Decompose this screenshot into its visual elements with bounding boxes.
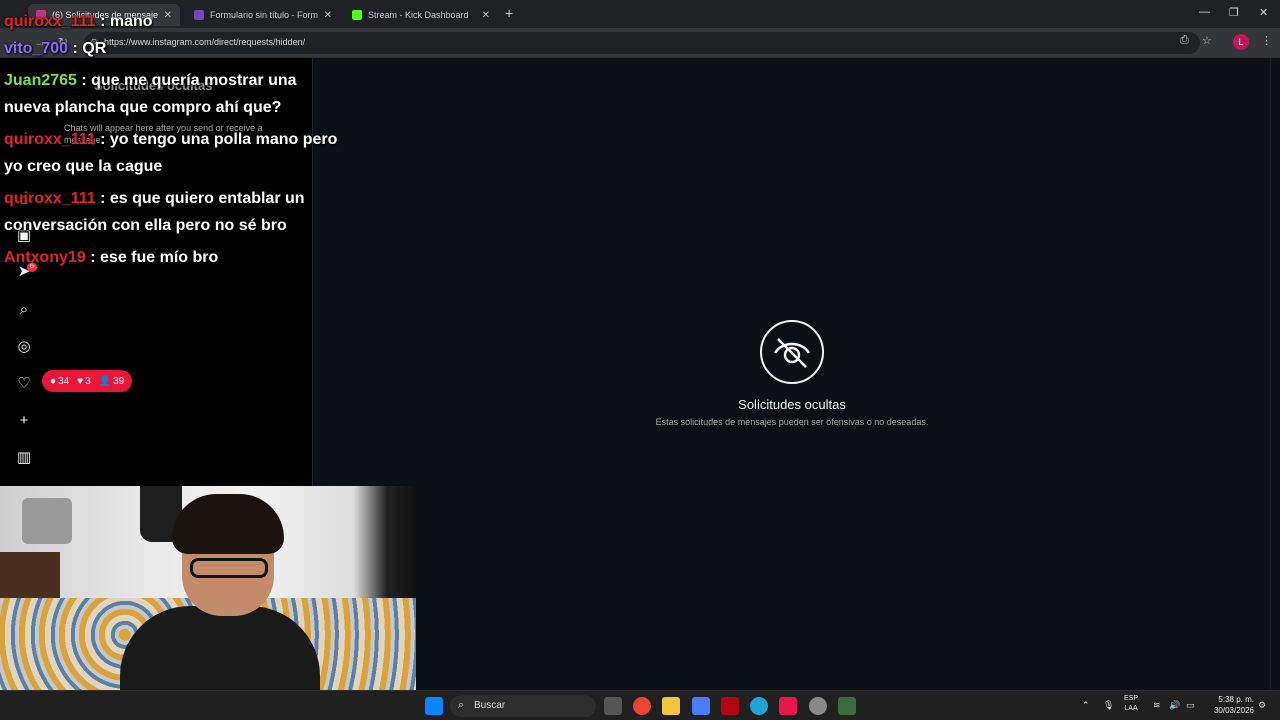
bookmark-star-icon[interactable]: ☆ <box>1202 34 1212 47</box>
glasses <box>190 558 268 578</box>
new-tab-button[interactable]: + <box>505 5 513 21</box>
system-clock[interactable]: 5:38 p. m. 30/03/2026 <box>1208 694 1254 716</box>
chat-username: quiroxx_111 <box>4 13 96 30</box>
person-body <box>120 606 320 690</box>
wall-poster <box>22 498 72 544</box>
clock-time: 5:38 p. m. <box>1218 695 1254 704</box>
tray-chevron-icon[interactable]: ⌃ <box>1082 700 1090 711</box>
webcam-feed <box>0 486 416 690</box>
chat-text: : QR <box>68 40 107 57</box>
restore-icon[interactable]: ❐ <box>1229 6 1239 19</box>
chat-bubble-icon: ● <box>50 375 57 387</box>
language-indicator[interactable]: ESP LAA <box>1124 694 1138 714</box>
person-hair <box>172 494 284 554</box>
chat-username: vito_700 <box>4 40 69 57</box>
explore-compass-icon[interactable]: ◎ <box>14 337 34 357</box>
tab-kick[interactable]: Stream - Kick Dashboard ✕ <box>344 4 498 26</box>
start-windows-icon[interactable] <box>425 697 443 715</box>
microphone-icon[interactable]: 🎙 <box>1103 700 1114 711</box>
lang-code: ESP <box>1124 695 1139 702</box>
chat-message: quiroxx_111 : es que quiero entablar un … <box>4 185 339 239</box>
create-plus-icon[interactable]: + <box>14 411 34 431</box>
chat-text: : mano <box>95 13 153 30</box>
stream-chat-overlay: quiroxx_111 : mano vito_700 : QR Juan276… <box>4 8 339 271</box>
chrome-icon[interactable] <box>633 697 651 715</box>
chat-message: vito_700 : QR <box>4 35 339 62</box>
notifications-icon[interactable]: ⚙ <box>1258 700 1266 711</box>
likes-stat: ♥ 3 <box>77 376 91 387</box>
chat-username: quiroxx_111 <box>4 131 96 148</box>
likes-count: 3 <box>85 375 91 387</box>
stream-stats-badge: ● 34 ♥ 3 👤 39 <box>42 370 133 392</box>
chat-message: quiroxx_111 : yo tengo una polla mano pe… <box>4 126 339 180</box>
wifi-icon[interactable]: ≋ <box>1153 700 1161 711</box>
window-close-icon[interactable]: ✕ <box>1259 6 1268 19</box>
chat-username: quiroxx_111 <box>4 190 96 207</box>
dashboard-icon[interactable]: ▥ <box>14 448 34 468</box>
netflix-icon[interactable] <box>721 697 739 715</box>
hidden-requests-subtitle: Estas solicitudes de mensajes pueden ser… <box>655 417 929 427</box>
chat-message: Juan2765 : que me quería mostrar una nue… <box>4 67 339 121</box>
heart-filled-icon: ♥ <box>77 375 84 387</box>
scrollbar[interactable] <box>1270 58 1280 690</box>
chat-username: Antxony19 <box>4 249 86 266</box>
chat-message: Antxony19 : ese fue mío bro <box>4 244 339 271</box>
taskbar-search[interactable]: ⌕ Buscar <box>450 695 596 717</box>
file-explorer-icon[interactable] <box>662 697 680 715</box>
eye-off-icon <box>760 320 824 384</box>
comments-count: 34 <box>58 375 70 387</box>
menu-kebab-icon[interactable]: ⋮ <box>1261 34 1272 47</box>
volume-icon[interactable]: 🔊 <box>1169 700 1180 711</box>
search-icon[interactable]: ⌕ <box>14 300 34 320</box>
app-icon[interactable] <box>809 697 827 715</box>
person-icon: 👤 <box>98 375 112 387</box>
screen: (6) Solicitudes de mensajes • Inst ✕ For… <box>0 0 1280 720</box>
kick-favicon-icon <box>352 10 362 20</box>
search-icon: ⌕ <box>458 699 465 711</box>
lang-layout: LAA <box>1124 705 1138 712</box>
close-icon[interactable]: ✕ <box>482 10 490 21</box>
viewers-stat: 👤 39 <box>99 376 125 387</box>
chat-text: : ese fue mío bro <box>85 249 219 266</box>
clock-date: 30/03/2026 <box>1213 706 1254 715</box>
search-label: Buscar <box>474 700 506 711</box>
viewers-count: 39 <box>113 375 125 387</box>
task-view-icon[interactable] <box>604 697 622 715</box>
profile-avatar[interactable]: L <box>1233 34 1249 50</box>
minimize-icon[interactable]: — <box>1199 6 1210 18</box>
tab-title: Stream - Kick Dashboard <box>368 10 469 20</box>
tiktok-icon[interactable] <box>779 697 797 715</box>
battery-icon[interactable]: ▭ <box>1186 700 1195 711</box>
hidden-requests-title: Solicitudes ocultas <box>738 397 846 412</box>
comments-stat: ● 34 <box>50 376 69 387</box>
apps-grid-icon[interactable] <box>838 697 856 715</box>
edge-icon[interactable] <box>750 697 768 715</box>
install-app-icon[interactable]: ⎙ <box>1180 34 1189 47</box>
windows-taskbar: ⌕ Buscar ⌃ 🎙 ESP LAA ≋ 🔊 ▭ 5:38 p. m. 30/0… <box>0 690 1280 720</box>
chat-username: Juan2765 <box>4 72 77 89</box>
heart-icon[interactable]: ♡ <box>14 374 34 394</box>
copilot-icon[interactable] <box>692 697 710 715</box>
chat-message: quiroxx_111 : mano <box>4 8 339 35</box>
